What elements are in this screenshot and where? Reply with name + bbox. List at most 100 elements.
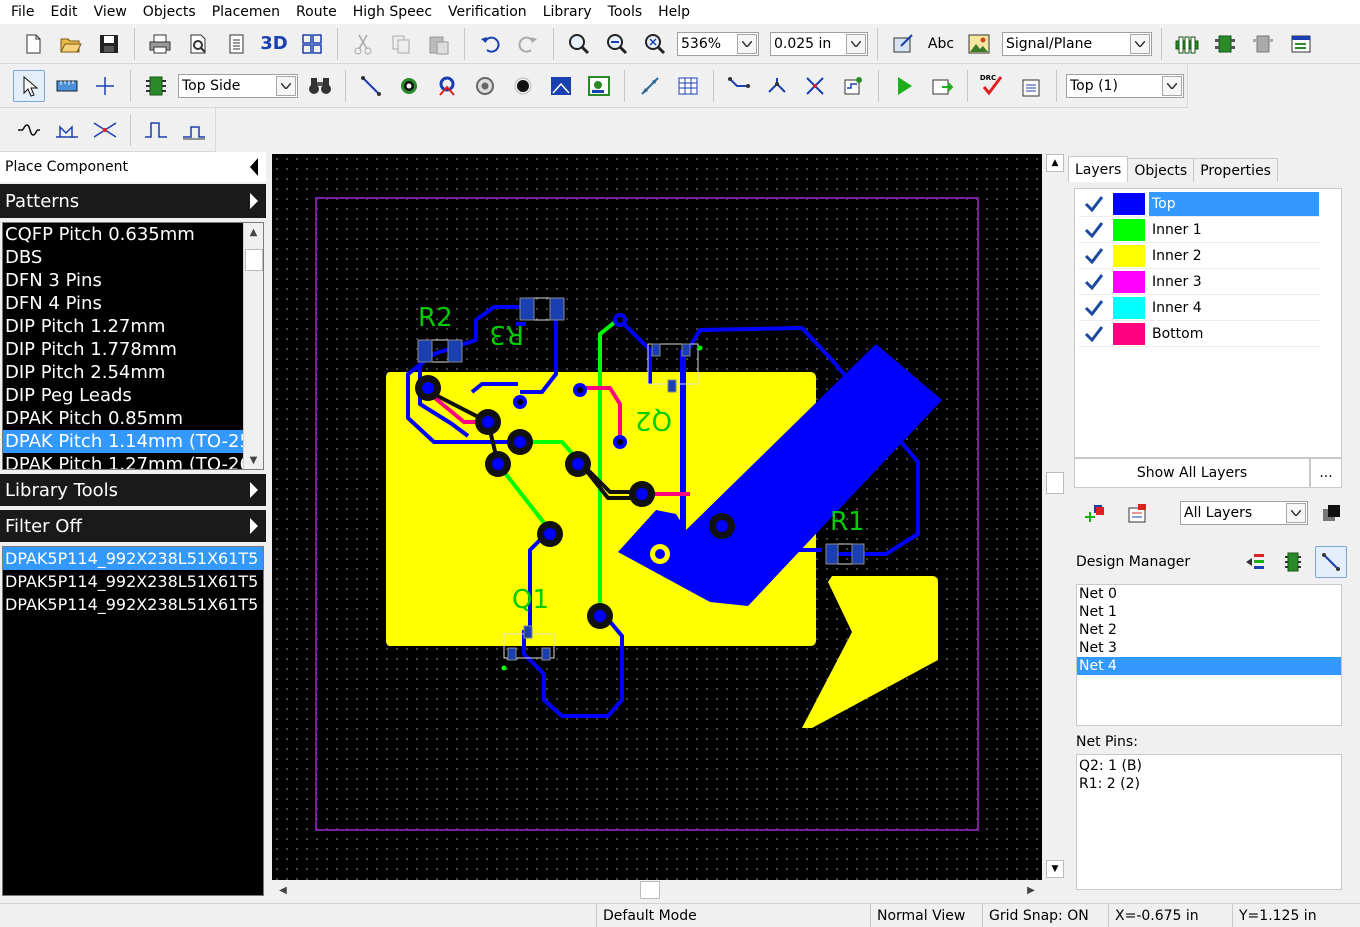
menu-tools[interactable]: Tools	[600, 0, 651, 24]
list-item[interactable]: Net 3	[1077, 639, 1341, 657]
check-icon[interactable]	[1079, 299, 1109, 317]
list-item[interactable]: DPAK Pitch 1.14mm (TO-252	[3, 430, 243, 453]
origin-tool-button[interactable]	[89, 70, 121, 102]
report-button[interactable]	[220, 28, 252, 60]
menu-objects[interactable]: Objects	[135, 0, 204, 24]
list-item[interactable]: DPAK5P114_992X238L51X61T5	[3, 570, 263, 593]
list-item[interactable]: DIP Pitch 1.27mm	[3, 315, 243, 338]
dm-layers-button[interactable]	[1239, 546, 1271, 578]
show-all-layers-button[interactable]: Show All Layers	[1074, 458, 1310, 488]
image-tool-button[interactable]	[963, 28, 995, 60]
select-tool-button[interactable]	[13, 69, 45, 102]
table-tool-button[interactable]	[672, 70, 704, 102]
menu-library[interactable]: Library	[535, 0, 600, 24]
list-item[interactable]: Net 2	[1077, 621, 1341, 639]
layer-row[interactable]: Inner 1	[1079, 217, 1319, 243]
menu-help[interactable]: Help	[650, 0, 698, 24]
place-hole-button[interactable]	[469, 70, 501, 102]
layer-row[interactable]: Inner 4	[1079, 295, 1319, 321]
signal-step-button[interactable]	[178, 114, 210, 146]
scroll-thumb[interactable]	[245, 249, 263, 271]
layer-filter-select[interactable]: All Layers	[1180, 501, 1308, 525]
list-item[interactable]: Net 1	[1077, 603, 1341, 621]
collapse-left-icon[interactable]	[250, 158, 258, 176]
multi-route-button[interactable]	[761, 70, 793, 102]
list-item[interactable]: DIP Pitch 2.54mm	[3, 361, 243, 384]
undo-button[interactable]	[474, 28, 506, 60]
place-via-button[interactable]	[393, 70, 425, 102]
scroll-left-icon[interactable]: ◀	[274, 881, 292, 899]
layer-color-swatch[interactable]	[1113, 218, 1145, 241]
measure-tool-button[interactable]	[51, 70, 83, 102]
layer-color-swatch[interactable]	[1113, 322, 1145, 345]
layer-color-swatch[interactable]	[1113, 192, 1145, 215]
scroll-down-icon[interactable]: ▼	[244, 451, 263, 469]
cut-button[interactable]	[347, 28, 379, 60]
print-preview-button[interactable]	[182, 28, 214, 60]
panels-button[interactable]	[296, 28, 328, 60]
board-side-select[interactable]: Top Side	[178, 73, 298, 98]
zoom-level-select[interactable]: 536%	[677, 31, 759, 56]
active-layer-select[interactable]: Top (1)	[1066, 73, 1184, 98]
paste-button[interactable]	[423, 28, 455, 60]
canvas-vertical-scrollbar[interactable]: ▲ ▼	[1044, 152, 1066, 882]
menu-edit[interactable]: Edit	[42, 0, 85, 24]
layer-color-button[interactable]	[1320, 502, 1342, 528]
dimension-tool-button[interactable]	[634, 70, 666, 102]
drc-button[interactable]: DRC	[977, 70, 1009, 102]
3d-view-button[interactable]: 3D	[258, 28, 290, 60]
scroll-up-icon[interactable]: ▲	[244, 223, 263, 241]
new-file-button[interactable]	[17, 28, 49, 60]
autorouter-settings-button[interactable]	[926, 70, 958, 102]
menu-high-speed[interactable]: High Speec	[345, 0, 440, 24]
signal-pulse-button[interactable]	[140, 114, 172, 146]
layer-stack-button[interactable]	[1171, 28, 1203, 60]
tab-objects[interactable]: Objects	[1127, 158, 1195, 182]
layer-type-select[interactable]: Signal/Plane	[1002, 31, 1152, 56]
patterns-header[interactable]: Patterns	[0, 184, 266, 218]
place-mounting-hole-button[interactable]	[507, 70, 539, 102]
crossover-button[interactable]	[89, 114, 121, 146]
list-item[interactable]: DPAK5P114_992X238L51X61T5	[3, 547, 263, 570]
layer-color-swatch[interactable]	[1113, 296, 1145, 319]
list-item[interactable]: DIP Peg Leads	[3, 384, 243, 407]
list-item[interactable]: DFN 3 Pins	[3, 269, 243, 292]
properties-button[interactable]	[1285, 28, 1317, 60]
differential-pair-button[interactable]	[799, 70, 831, 102]
run-autorouter-button[interactable]	[888, 70, 920, 102]
layer-row[interactable]: Bottom	[1079, 321, 1319, 347]
list-item[interactable]: Net 0	[1077, 585, 1341, 603]
length-tuning-button[interactable]	[13, 114, 45, 146]
layer-row[interactable]: Top	[1079, 191, 1319, 217]
drc-report-button[interactable]	[1015, 70, 1047, 102]
pattern-list-scrollbar[interactable]: ▲ ▼	[243, 223, 263, 469]
library-tools-header[interactable]: Library Tools	[0, 474, 266, 506]
pcb-properties-button[interactable]	[887, 28, 919, 60]
layer-row[interactable]: Inner 2	[1079, 243, 1319, 269]
layer-properties-button[interactable]	[1126, 502, 1150, 528]
list-item[interactable]: DPAK Pitch 1.27mm (TO-263	[3, 453, 243, 469]
list-item[interactable]: DPAK Pitch 0.85mm	[3, 407, 243, 430]
component-manager-button[interactable]	[1209, 28, 1241, 60]
place-pad-button[interactable]	[431, 70, 463, 102]
check-icon[interactable]	[1079, 273, 1109, 291]
list-item[interactable]: Net 4	[1077, 657, 1341, 675]
layer-color-swatch[interactable]	[1113, 270, 1145, 293]
redo-button[interactable]	[512, 28, 544, 60]
find-component-button[interactable]	[304, 70, 336, 102]
dm-nets-button[interactable]	[1315, 546, 1347, 578]
list-item[interactable]: Q2: 1 (B)	[1079, 757, 1339, 775]
print-button[interactable]	[144, 28, 176, 60]
more-options-button[interactable]: ...	[1310, 458, 1342, 488]
menu-route[interactable]: Route	[288, 0, 345, 24]
place-image-button[interactable]	[583, 70, 615, 102]
list-item[interactable]: DIP Pitch 1.778mm	[3, 338, 243, 361]
route-trace-button[interactable]	[355, 70, 387, 102]
menu-placement[interactable]: Placemen	[204, 0, 288, 24]
check-icon[interactable]	[1079, 195, 1109, 213]
save-button[interactable]	[93, 28, 125, 60]
copy-button[interactable]	[385, 28, 417, 60]
tab-layers[interactable]: Layers	[1068, 156, 1129, 182]
auto-route-button[interactable]	[837, 70, 869, 102]
check-icon[interactable]	[1079, 247, 1109, 265]
